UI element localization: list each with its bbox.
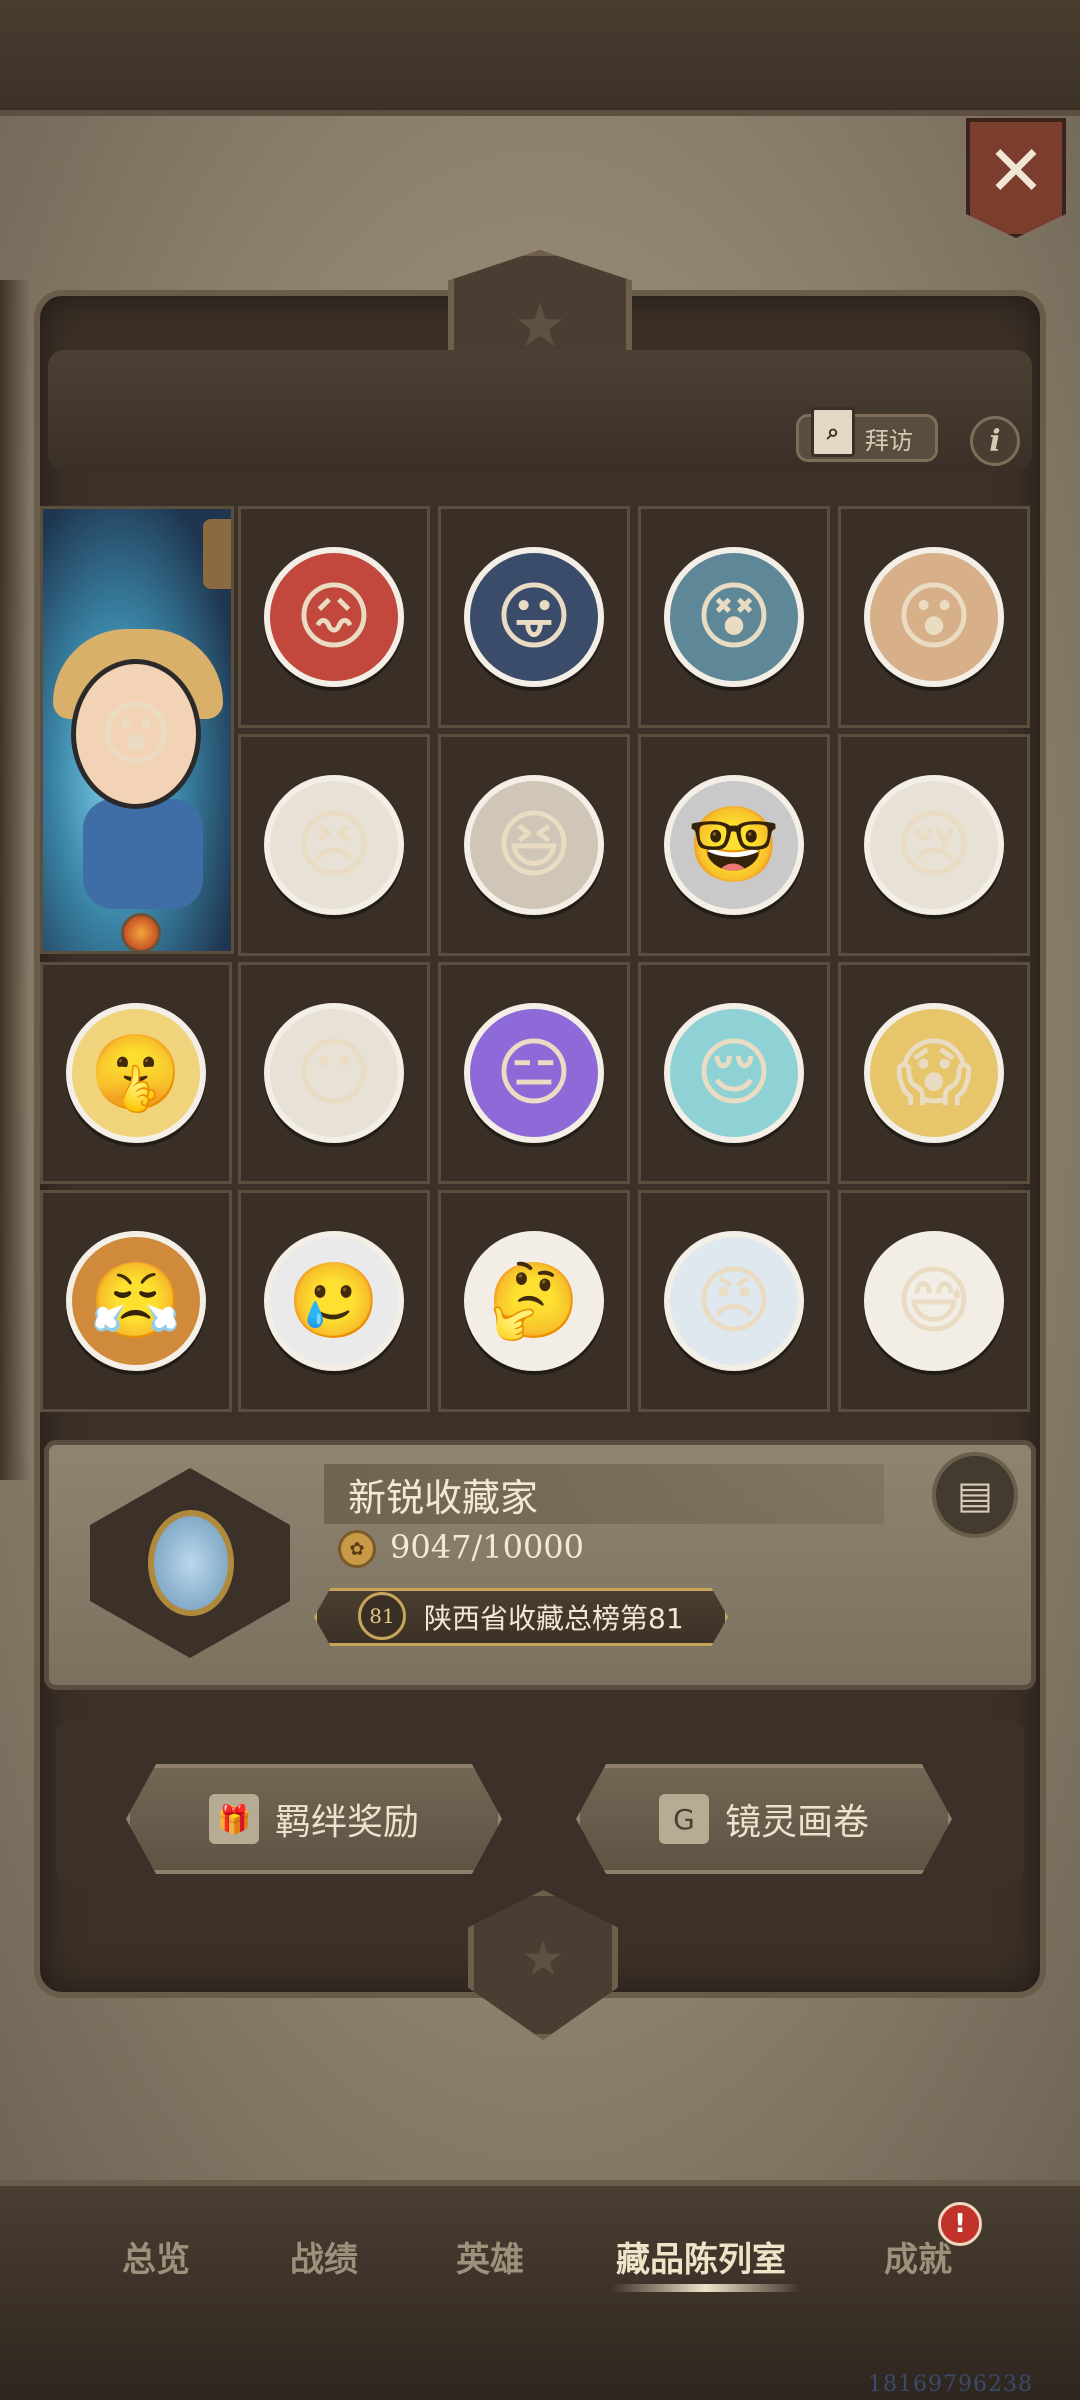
featured-hero-card[interactable]: 😮 xyxy=(40,506,234,954)
emote-sticker-icon: 😮 xyxy=(864,547,1004,687)
emote-sticker-icon: 🥲 xyxy=(264,1231,404,1371)
sticker-slot[interactable]: 😢 xyxy=(838,734,1030,956)
sticker-slot[interactable]: 😶 xyxy=(238,962,430,1184)
nav-heroes[interactable]: 英雄 xyxy=(456,2232,524,2282)
collector-title: 新锐收藏家 xyxy=(324,1464,884,1524)
coin-icon: ✿ xyxy=(338,1530,376,1568)
lantern-icon xyxy=(203,519,231,589)
nav-records[interactable]: 战绩 xyxy=(290,2232,358,2282)
emote-sticker-icon: 🤫 xyxy=(66,1003,206,1143)
sticker-slot[interactable]: 🥲 xyxy=(238,1190,430,1412)
mirror-medal-icon xyxy=(148,1510,234,1616)
sticker-slot[interactable]: 😤 xyxy=(40,1190,232,1412)
mirror-scroll-label: 镜灵画卷 xyxy=(724,1802,869,1843)
bond-reward-label: 羁绊奖励 xyxy=(274,1802,419,1843)
sticker-slot[interactable]: 😛 xyxy=(438,506,630,728)
close-button[interactable]: ✕ xyxy=(966,118,1066,238)
emote-sticker-icon: 🤔 xyxy=(464,1231,604,1371)
star-icon: ★ xyxy=(521,1931,565,1988)
sticker-slot[interactable]: 😱 xyxy=(838,962,1030,1184)
close-icon: ✕ xyxy=(986,130,1046,212)
nav-achievements[interactable]: 成就 xyxy=(884,2232,952,2282)
visit-button[interactable]: ⌕ 拜访 xyxy=(796,407,938,462)
nav-overview[interactable]: 总览 xyxy=(122,2232,190,2282)
watermark: 18169796238 xyxy=(868,2372,1033,2397)
orb-icon[interactable] xyxy=(121,913,161,951)
visit-label: 拜访 xyxy=(865,426,913,455)
emote-sticker-icon: 😶 xyxy=(264,1003,404,1143)
sticker-slot[interactable]: 😠 xyxy=(638,1190,830,1412)
info-button[interactable]: i xyxy=(970,416,1020,466)
emote-sticker-icon: 😌 xyxy=(664,1003,804,1143)
hero-face-icon: 😮 xyxy=(71,659,201,809)
scroll-button[interactable]: ▤ xyxy=(932,1452,1018,1538)
sticker-slot[interactable]: 😅 xyxy=(838,1190,1030,1412)
rank-text: 陕西省收藏总榜第81 xyxy=(424,1602,684,1635)
bond-reward-button[interactable]: 🎁 羁绊奖励 xyxy=(126,1764,502,1874)
gift-icon: 🎁 xyxy=(208,1794,259,1844)
rank-badge: 81 xyxy=(358,1592,406,1640)
achievement-alert-badge: ! xyxy=(938,2202,982,2246)
sticker-slot[interactable]: 😑 xyxy=(438,962,630,1184)
nav-collection-room[interactable]: 藏品陈列室 xyxy=(616,2232,786,2282)
sticker-slot[interactable]: 😣 xyxy=(238,734,430,956)
sticker-slot[interactable]: 🤓 xyxy=(638,734,830,956)
hero-dress xyxy=(83,799,203,909)
sticker-slot[interactable]: 🤔 xyxy=(438,1190,630,1412)
mirror-scroll-button[interactable]: G 镜灵画卷 xyxy=(576,1764,952,1874)
emote-sticker-icon: 😆 xyxy=(464,775,604,915)
emote-sticker-icon: 😖 xyxy=(264,547,404,687)
scroll-icon: ▤ xyxy=(957,1473,993,1517)
emote-sticker-icon: 😣 xyxy=(264,775,404,915)
sticker-slot[interactable]: 😵 xyxy=(638,506,830,728)
nav-active-underline xyxy=(612,2284,800,2292)
emote-sticker-icon: 😠 xyxy=(664,1231,804,1371)
scroll-g-icon: G xyxy=(658,1794,709,1844)
emote-sticker-icon: 😢 xyxy=(864,775,1004,915)
emote-sticker-icon: 😵 xyxy=(664,547,804,687)
sticker-slot[interactable]: 😖 xyxy=(238,506,430,728)
map-search-icon: ⌕ xyxy=(811,407,855,457)
emote-sticker-icon: 😑 xyxy=(464,1003,604,1143)
paper-shadow-edge xyxy=(0,280,30,1480)
bottom-nav xyxy=(0,2180,1080,2400)
emote-sticker-icon: 😛 xyxy=(464,547,604,687)
emote-sticker-icon: 😱 xyxy=(864,1003,1004,1143)
sticker-slot[interactable]: 🤫 xyxy=(40,962,232,1184)
collection-progress: 9047/10000 xyxy=(390,1528,585,1566)
emote-sticker-icon: 😤 xyxy=(66,1231,206,1371)
sticker-slot[interactable]: 😌 xyxy=(638,962,830,1184)
emote-sticker-icon: 😅 xyxy=(864,1231,1004,1371)
sticker-slot[interactable]: 😆 xyxy=(438,734,630,956)
sticker-slot[interactable]: 😮 xyxy=(838,506,1030,728)
emote-sticker-icon: 🤓 xyxy=(664,775,804,915)
